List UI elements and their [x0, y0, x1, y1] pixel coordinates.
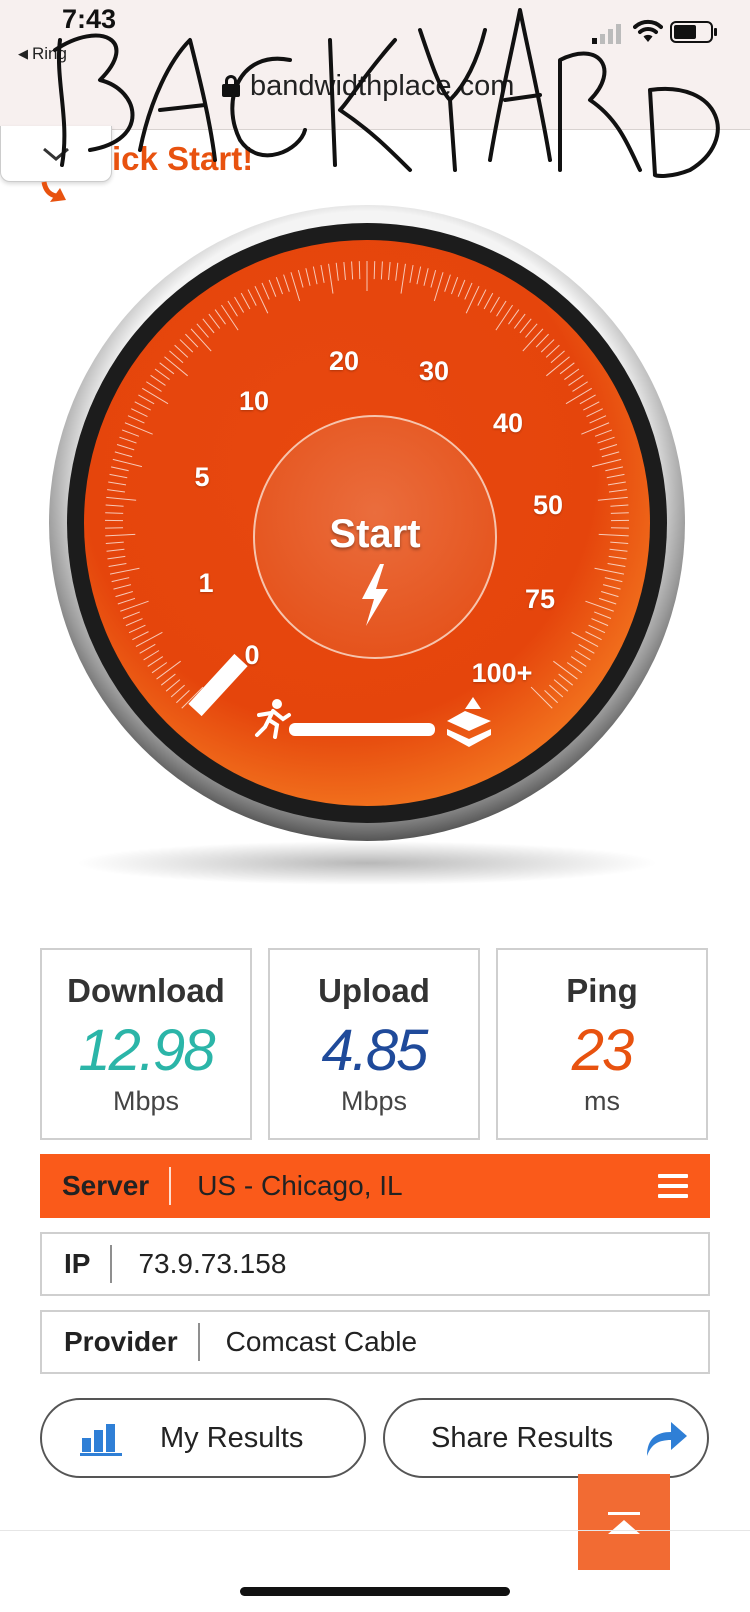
url-text: bandwidthplace.com — [250, 69, 515, 102]
battery-icon — [670, 21, 717, 43]
ip-row: IP 73.9.73.158 — [40, 1232, 710, 1296]
download-unit: Mbps — [112, 1086, 180, 1116]
provider-value: Comcast Cable — [225, 1326, 418, 1357]
provider-row: Provider Comcast Cable — [40, 1310, 710, 1374]
gauge-label-5: 5 — [194, 462, 210, 492]
ping-label: Ping — [566, 972, 638, 1009]
chevron-down-icon — [43, 147, 69, 161]
quick-start-heading: ick Start! — [112, 140, 254, 177]
upload-label: Upload — [318, 972, 430, 1009]
footer-divider — [0, 1530, 750, 1531]
back-triangle-icon: ◀ — [18, 46, 28, 61]
my-results-label: My Results — [160, 1421, 304, 1454]
gauge-label-10: 10 — [238, 386, 270, 416]
ping-value: 23 — [571, 1018, 635, 1083]
home-indicator[interactable] — [240, 1587, 510, 1596]
download-label: Download — [67, 972, 225, 1009]
divider — [169, 1167, 172, 1205]
share-arrow-icon — [647, 1422, 688, 1456]
gauge-label-40: 40 — [492, 408, 524, 438]
back-app-label: Ring — [32, 44, 67, 63]
divider — [197, 1323, 200, 1361]
server-value: US - Chicago, IL — [197, 1170, 403, 1201]
wifi-icon — [633, 19, 663, 42]
gauge-label-50: 50 — [532, 490, 564, 520]
status-bar: 7:43 ◀ Ring — [0, 0, 750, 70]
gauge-label-0: 0 — [244, 640, 260, 670]
share-results-label: Share Results — [431, 1421, 614, 1454]
back-to-app-link[interactable]: ◀ Ring — [18, 44, 67, 64]
gauge-label-100-plus: 100+ — [471, 658, 533, 688]
cellular-signal-icon — [592, 24, 621, 44]
server-row[interactable]: Server US - Chicago, IL — [40, 1154, 710, 1218]
upload-value: 4.85 — [321, 1018, 429, 1083]
share-results-button[interactable]: Share Results — [383, 1398, 709, 1478]
ip-value: 73.9.73.158 — [138, 1248, 287, 1279]
gauge-label-30: 30 — [418, 356, 450, 386]
scroll-to-top-icon — [608, 1512, 640, 1534]
upload-stat-box: Upload 4.85 Mbps — [268, 948, 480, 1140]
status-time: 7:43 — [62, 4, 117, 34]
provider-label: Provider — [64, 1326, 178, 1357]
my-results-button[interactable]: My Results — [40, 1398, 366, 1478]
lock-icon — [222, 75, 240, 97]
ip-label: IP — [64, 1248, 91, 1279]
hamburger-menu-icon[interactable] — [658, 1174, 688, 1198]
server-label: Server — [62, 1170, 150, 1201]
gauge-label-1: 1 — [198, 568, 214, 598]
start-button-label: Start — [329, 512, 421, 556]
upload-unit: Mbps — [340, 1086, 408, 1116]
gauge-label-20: 20 — [328, 346, 360, 376]
scroll-to-top-button[interactable] — [578, 1474, 670, 1570]
ping-unit: ms — [584, 1086, 620, 1116]
bar-chart-icon — [80, 1424, 122, 1456]
download-value: 12.98 — [78, 1018, 215, 1083]
url-display[interactable]: bandwidthplace.com — [222, 66, 514, 106]
speed-progress-bar — [289, 723, 435, 736]
collapse-toggle-button[interactable] — [0, 126, 112, 182]
divider — [110, 1245, 113, 1283]
download-stat-box: Download 12.98 Mbps — [40, 948, 252, 1140]
gauge-label-75: 75 — [524, 584, 556, 614]
ping-stat-box: Ping 23 ms — [496, 948, 708, 1140]
